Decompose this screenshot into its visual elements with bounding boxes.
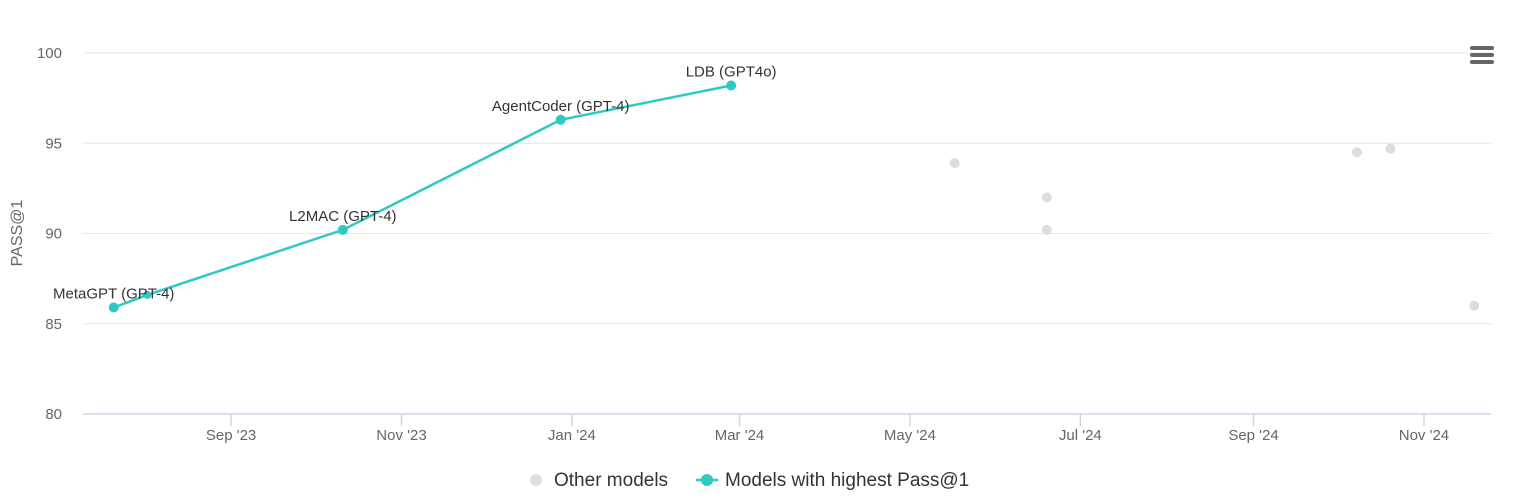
highest-pass-point[interactable] (726, 80, 737, 91)
other-model-point[interactable] (1385, 143, 1396, 154)
legend-item-other-models[interactable]: Other models (530, 470, 668, 491)
legend-marker-highest-pass (701, 474, 713, 486)
y-tick-label: 90 (45, 226, 62, 243)
other-model-point[interactable] (1351, 147, 1362, 158)
legend-label-other-models: Other models (554, 470, 668, 491)
x-tick-label: Jan '24 (548, 427, 596, 444)
highest-pass-line (113, 84, 732, 309)
y-tick-label: 95 (45, 135, 62, 152)
y-tick-label: 85 (45, 316, 62, 333)
y-axis: 80 85 90 95 100 (37, 45, 62, 423)
highest-pass-point[interactable] (337, 224, 348, 235)
grid-lines (83, 52, 1491, 325)
point-data-label: LDB (GPT4o) (686, 63, 777, 80)
hamburger-menu-icon (1470, 46, 1494, 64)
point-data-label: MetaGPT (GPT-4) (53, 286, 174, 303)
y-axis-title: PASS@1 (9, 200, 26, 267)
highest-pass-series (108, 80, 737, 313)
x-tick-label: Sep '23 (206, 427, 256, 444)
x-tick-label: Nov '23 (376, 427, 426, 444)
highest-pass-point[interactable] (108, 302, 119, 313)
other-model-point[interactable] (949, 158, 960, 169)
x-axis: Sep '23 Nov '23 Jan '24 Mar '24 May '24 Jul '… (83, 413, 1491, 444)
other-model-point[interactable] (1469, 300, 1480, 311)
point-data-label: L2MAC (GPT-4) (289, 208, 397, 225)
y-tick-label: 100 (37, 45, 62, 62)
chart-menu-button[interactable] (1466, 41, 1498, 69)
point-data-label: AgentCoder (GPT-4) (492, 98, 630, 115)
x-tick-label: Nov '24 (1399, 427, 1449, 444)
x-tick-label: Jul '24 (1059, 427, 1102, 444)
x-tick-label: Sep '24 (1228, 427, 1278, 444)
other-model-point[interactable] (1041, 224, 1052, 235)
x-tick-label: Mar '24 (715, 427, 765, 444)
legend-item-highest-pass[interactable]: Models with highest Pass@1 (696, 470, 969, 491)
y-tick-label: 80 (45, 406, 62, 423)
legend: Other models Models with highest Pass@1 (530, 470, 969, 491)
legend-marker-other-models (530, 474, 542, 486)
pass-at-1-chart: Sep '23 Nov '23 Jan '24 Mar '24 May '24 Jul '… (9, 41, 1498, 491)
other-models-series (949, 143, 1480, 311)
other-model-point[interactable] (1041, 192, 1052, 203)
highest-pass-point[interactable] (555, 114, 566, 125)
legend-label-highest-pass: Models with highest Pass@1 (725, 470, 969, 491)
x-tick-label: May '24 (884, 427, 936, 444)
